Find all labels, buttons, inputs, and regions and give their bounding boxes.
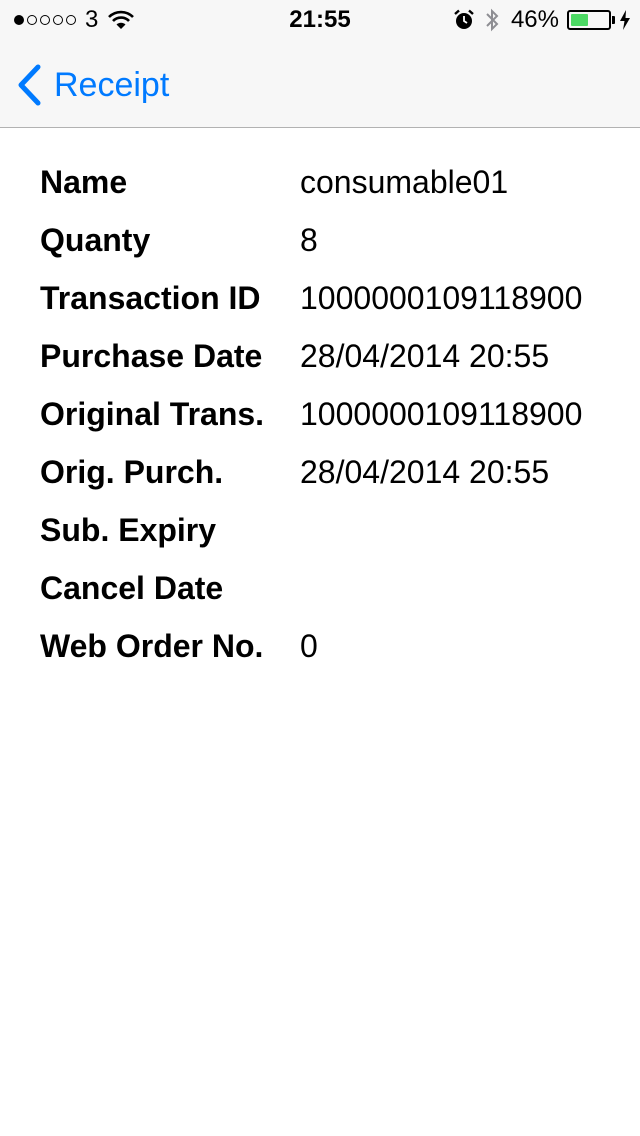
receipt-row: Original Trans. 1000000109118900 <box>40 386 620 444</box>
receipt-details: Name consumable01 Quanty 8 Transaction ID 100… <box>40 154 620 676</box>
receipt-row-label: Transaction ID <box>40 280 261 316</box>
receipt-row-label: Web Order No. <box>40 628 264 664</box>
receipt-row-value: 1000000109118900 <box>300 396 583 432</box>
receipt-row-label: Purchase Date <box>40 338 263 374</box>
receipt-row-label: Orig. Purch. <box>40 454 224 490</box>
battery-icon <box>567 10 611 30</box>
receipt-row-value: consumable01 <box>300 164 509 200</box>
charging-bolt-icon <box>620 10 630 30</box>
receipt-row-label: Name <box>40 164 128 200</box>
receipt-row-label: Cancel Date <box>40 570 224 606</box>
receipt-row: Purchase Date 28/04/2014 20:55 <box>40 328 620 386</box>
receipt-row: Web Order No. 0 <box>40 618 620 676</box>
back-label: Receipt <box>54 66 170 104</box>
bluetooth-icon <box>486 8 499 32</box>
receipt-row-label: Sub. Expiry <box>40 512 217 548</box>
alarm-icon <box>454 9 474 29</box>
battery-nub <box>612 16 615 24</box>
battery-percent: 46% <box>510 6 559 33</box>
receipt-row: Cancel Date <box>40 560 620 618</box>
receipt-row-label: Original Trans. <box>40 396 265 432</box>
chevron-left-icon <box>18 64 41 106</box>
receipt-row: Transaction ID 1000000109118900 <box>40 270 620 328</box>
receipt-row-value: 8 <box>300 222 318 258</box>
receipt-row-value: 28/04/2014 20:55 <box>300 338 550 374</box>
receipt-row: Quanty 8 <box>40 212 620 270</box>
navigation-bar: Receipt <box>0 40 640 128</box>
receipt-row: Name consumable01 <box>40 154 620 212</box>
receipt-row: Sub. Expiry <box>40 502 620 560</box>
receipt-row-value: 28/04/2014 20:55 <box>300 454 550 490</box>
back-button[interactable]: Receipt <box>16 64 169 106</box>
receipt-row: Orig. Purch. 28/04/2014 20:55 <box>40 444 620 502</box>
receipt-row-label: Quanty <box>40 222 151 258</box>
battery-level <box>571 14 588 26</box>
status-bar: 3 21:55 46% <box>0 0 640 40</box>
receipt-row-value: 1000000109118900 <box>300 280 583 316</box>
receipt-row-value: 0 <box>300 628 318 664</box>
status-right: 46% <box>453 7 630 33</box>
